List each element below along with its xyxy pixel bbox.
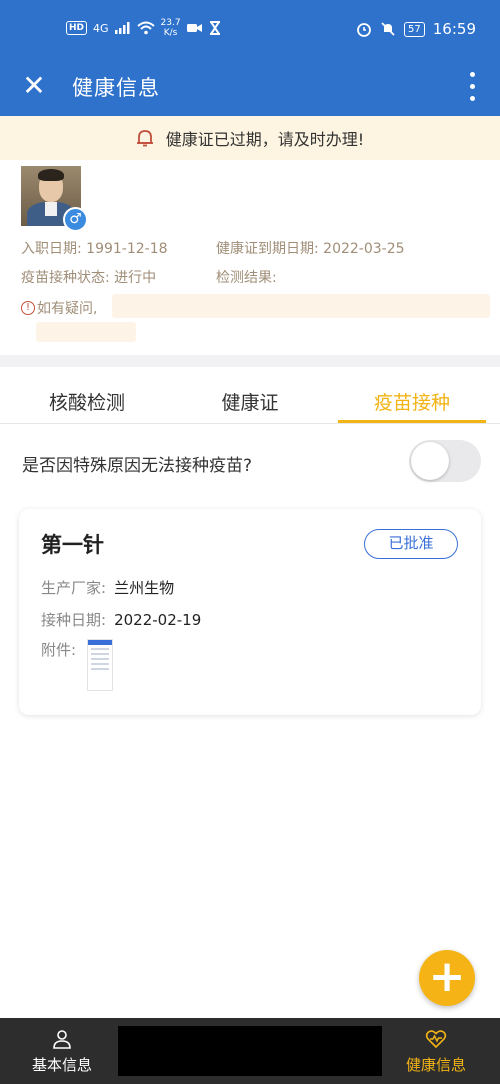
hourglass-icon (209, 21, 220, 35)
tab-nucleic-acid-test[interactable]: 核酸检测 (22, 388, 152, 415)
status-bar: HD 4G 23.7 K/s 57 16:59 (0, 0, 500, 58)
vaccination-date-value: 2022-02-19 (114, 611, 202, 629)
redacted-contact-block-2 (36, 322, 136, 342)
entry-date-row: 入职日期: 1991-12-18 (21, 238, 168, 258)
heart-pulse-icon (425, 1030, 447, 1049)
info-icon: ! (21, 301, 35, 315)
cert-expiry-value: 2022-03-25 (323, 241, 405, 257)
expiry-warning-banner: 健康证已过期，请及时办理! (0, 116, 500, 160)
cert-expiry-row: 健康证到期日期: 2022-03-25 (216, 238, 405, 258)
vaccination-date-row: 接种日期: 2022-02-19 (41, 609, 201, 630)
banner-text: 健康证已过期，请及时办理! (165, 130, 365, 149)
cannot-vaccinate-toggle[interactable] (409, 440, 481, 482)
section-divider (0, 355, 500, 367)
redacted-contact-block (112, 294, 490, 318)
more-options-icon[interactable] (462, 68, 482, 104)
hd-icon: HD (66, 21, 88, 35)
contact-note-text: 如有疑问, (37, 301, 98, 317)
status-right: 57 16:59 (356, 20, 476, 38)
attachment-row: 附件: (41, 639, 76, 660)
nav-health-info[interactable]: 健康信息 (386, 1028, 486, 1075)
redacted-nav-area (118, 1026, 382, 1076)
network-label: 4G (93, 21, 109, 35)
tab-vaccination[interactable]: 疫苗接种 (347, 388, 477, 415)
mute-icon (381, 22, 395, 36)
entry-date-label: 入职日期: (21, 241, 82, 257)
page-title: 健康信息 (72, 76, 160, 100)
male-gender-icon: ♂ (63, 207, 88, 232)
battery-icon: 57 (404, 21, 425, 37)
toggle-knob (411, 442, 449, 480)
active-tab-indicator (338, 420, 486, 423)
tab-bar: 核酸检测 健康证 疫苗接种 (0, 378, 500, 424)
vaccine-status-label: 疫苗接种状态: (21, 270, 110, 286)
attachment-label: 附件: (41, 641, 77, 659)
nav-health-info-label: 健康信息 (405, 1056, 466, 1074)
manufacturer-row: 生产厂家: 兰州生物 (41, 577, 174, 598)
nav-basic-info-label: 基本信息 (31, 1056, 92, 1074)
vaccine-record-card[interactable]: 第一针 已批准 生产厂家: 兰州生物 接种日期: 2022-02-19 附件: (19, 509, 481, 715)
attachment-thumbnail[interactable] (87, 639, 113, 691)
vaccination-date-label: 接种日期: (41, 611, 107, 629)
vaccine-status-value: 进行中 (114, 270, 157, 286)
bottom-nav: 基本信息 健康信息 (0, 1018, 500, 1084)
entry-date-value: 1991-12-18 (86, 241, 168, 257)
cannot-vaccinate-label: 是否因特殊原因无法接种疫苗? (22, 456, 253, 476)
alarm-icon (357, 23, 371, 37)
nav-basic-info[interactable]: 基本信息 (12, 1028, 112, 1075)
wifi-icon (136, 21, 155, 35)
manufacturer-value: 兰州生物 (114, 579, 175, 597)
add-record-button[interactable]: + (419, 950, 475, 1006)
test-result-row: 检测结果: (216, 267, 277, 287)
person-icon (53, 1030, 71, 1049)
tab-health-certificate[interactable]: 健康证 (185, 388, 315, 415)
contact-note: ! 如有疑问, (21, 298, 97, 318)
cert-expiry-label: 健康证到期日期: (216, 241, 319, 257)
dose-title: 第一针 (41, 533, 104, 557)
close-icon[interactable]: ✕ (18, 70, 50, 102)
status-left: HD 4G 23.7 K/s (66, 18, 221, 38)
vaccine-status-row: 疫苗接种状态: 进行中 (21, 267, 156, 287)
status-badge: 已批准 (364, 529, 458, 559)
manufacturer-label: 生产厂家: (41, 579, 107, 597)
bell-icon (136, 130, 153, 147)
speed-unit: K/s (163, 28, 178, 38)
app-bar: ✕ 健康信息 (0, 58, 500, 116)
signal-icon (114, 22, 130, 34)
speed-value: 23.7 (160, 18, 181, 28)
video-icon (186, 24, 202, 32)
test-result-label: 检测结果: (216, 270, 277, 286)
speed-indicator: 23.7 K/s (161, 18, 181, 38)
clock: 16:59 (432, 20, 476, 38)
